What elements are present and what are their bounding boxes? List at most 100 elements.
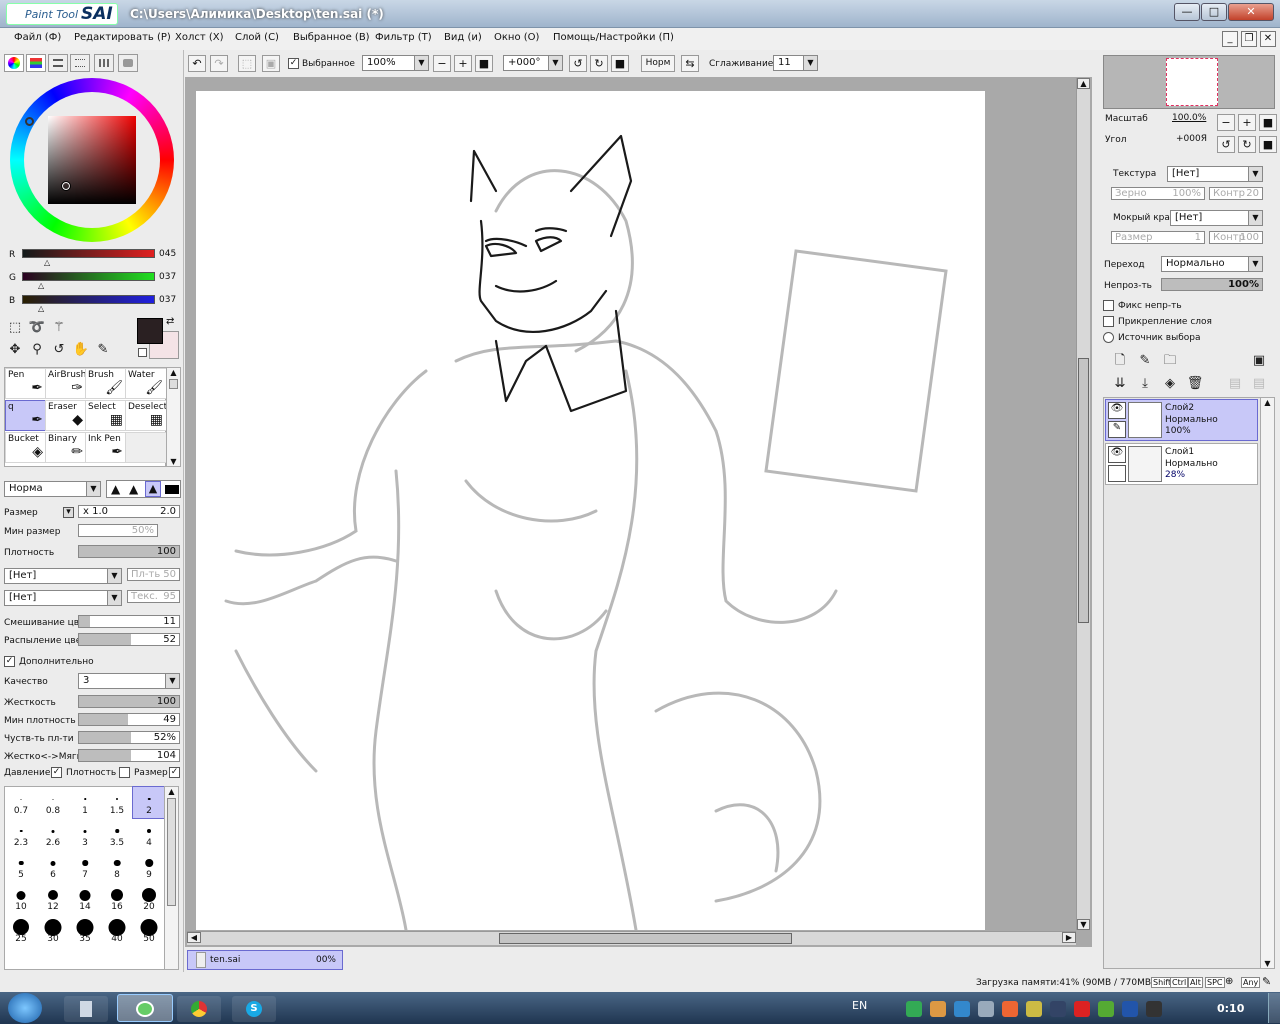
quality-select[interactable]: 3 ▼ — [78, 673, 180, 689]
size-preset[interactable]: 35 — [69, 915, 101, 946]
invert-selection-icon[interactable]: ▣ — [262, 55, 280, 72]
horizontal-scrollbar[interactable]: ◀ ▶ — [187, 931, 1076, 945]
brush-shape-select[interactable]: Норма ▼ — [4, 481, 101, 497]
taskbar-app-sai[interactable] — [117, 994, 173, 1022]
size-preset[interactable]: 50 — [133, 915, 165, 946]
rotate-icon[interactable]: ↺ — [50, 341, 68, 359]
texture2-strength-slider[interactable]: Текс. 95 — [127, 590, 180, 603]
zoom-icon[interactable]: ⚲ — [28, 341, 46, 359]
size-preset[interactable]: 10 — [5, 883, 37, 914]
size-preset[interactable]: 4 — [133, 819, 165, 850]
scroll-up-icon[interactable]: ▲ — [1261, 398, 1274, 407]
nav-zoom-out-icon[interactable]: − — [1217, 114, 1235, 131]
size-preset[interactable]: 5 — [5, 851, 37, 882]
layer-texture-select[interactable]: [Нет] ▼ — [1167, 166, 1263, 182]
scroll-up-icon[interactable]: ▲ — [167, 368, 180, 377]
new-folder-icon[interactable]: 🗀 — [1161, 352, 1179, 370]
language-indicator[interactable]: EN — [852, 999, 867, 1012]
tray-flash-icon[interactable] — [1122, 1001, 1138, 1017]
size-preset[interactable]: 2 — [132, 786, 166, 819]
brush-water[interactable]: Water 🖌 — [125, 368, 167, 399]
trash-icon[interactable]: 🗑 — [1186, 375, 1204, 393]
tray-green-icon[interactable] — [1098, 1001, 1114, 1017]
scroll-left-icon[interactable]: ◀ — [187, 932, 201, 943]
move-icon[interactable]: ✥ — [6, 341, 24, 359]
layer-list-scrollbar[interactable]: ▲ ▼ — [1260, 398, 1274, 968]
hue-marker[interactable] — [25, 117, 34, 126]
rotate-reset-icon[interactable]: ■ — [611, 55, 629, 72]
softness-slider[interactable]: 104 — [78, 749, 180, 762]
brush-pen[interactable]: Pen ✒ — [5, 368, 47, 399]
size-preset[interactable]: 6 — [37, 851, 69, 882]
stabilizer-select[interactable]: 11 ▼ — [773, 55, 818, 71]
dilution-slider[interactable]: 52 — [78, 633, 180, 646]
selection-source-radio[interactable] — [1103, 332, 1114, 343]
r-slider[interactable] — [22, 249, 155, 258]
tip-triangle-icon[interactable]: ▲ — [111, 482, 120, 496]
undo-icon[interactable]: ↶ — [188, 55, 206, 72]
size-preset[interactable]: 40 — [101, 915, 133, 946]
taskbar-app-calculator[interactable] — [64, 996, 108, 1022]
size-preset[interactable]: 0.8 — [37, 787, 69, 818]
flip-horizontal-icon[interactable]: ⇆ — [681, 55, 699, 72]
menu-canvas[interactable]: Холст (Х) — [175, 32, 224, 43]
size-slider[interactable]: x 1.0 2.0 — [78, 505, 180, 518]
show-selection-checkbox[interactable]: ✓ — [288, 58, 299, 69]
mdi-close-icon[interactable]: ✕ — [1260, 31, 1276, 47]
scroll-down-icon[interactable]: ▼ — [1077, 919, 1090, 930]
b-slider-thumb[interactable]: △ — [38, 304, 44, 313]
navigator-viewport[interactable] — [1166, 58, 1218, 106]
size-preset[interactable]: 12 — [37, 883, 69, 914]
scroll-right-icon[interactable]: ▶ — [1062, 932, 1076, 943]
menu-filter[interactable]: Фильтр (Т) — [375, 32, 432, 43]
scroll-thumb[interactable] — [167, 798, 176, 906]
brush-tip-shapes[interactable]: ▲ ▲ ▲ — [106, 480, 181, 498]
menu-file[interactable]: Файл (Ф) — [14, 32, 61, 43]
g-slider[interactable] — [22, 272, 155, 281]
vertical-scrollbar[interactable]: ▲ ▼ — [1076, 78, 1090, 930]
start-button[interactable] — [8, 993, 42, 1023]
brush-bucket[interactable]: Bucket ◈ — [5, 432, 47, 463]
tip-round-icon[interactable]: ▲ — [129, 482, 138, 496]
pressure-size-checkbox[interactable]: ✓ — [169, 767, 180, 778]
navigator-preview[interactable] — [1103, 55, 1275, 109]
hardness-slider[interactable]: 100 — [78, 695, 180, 708]
eye-icon[interactable]: 👁 — [1108, 402, 1126, 419]
tray-volume-icon[interactable] — [930, 1001, 946, 1017]
size-lock-icon[interactable]: ▾ — [63, 507, 74, 518]
size-preset[interactable]: 0.7 — [5, 787, 37, 818]
hsv-slider-mode-icon[interactable] — [48, 54, 68, 72]
brush-deselect[interactable]: Deselect ▦ — [125, 400, 167, 431]
scroll-up-icon[interactable]: ▲ — [165, 787, 178, 796]
blend-slider[interactable]: 11 — [78, 615, 180, 628]
size-preset[interactable]: 14 — [69, 883, 101, 914]
new-linework-layer-icon[interactable]: ✎ — [1136, 352, 1154, 370]
scroll-thumb[interactable] — [1078, 358, 1089, 623]
scroll-thumb[interactable] — [499, 933, 792, 944]
scratchpad-mode-icon[interactable] — [118, 54, 138, 72]
apply-mask-icon[interactable]: ▤ — [1226, 375, 1244, 393]
sensitivity-slider[interactable]: 52% — [78, 731, 180, 744]
scroll-up-icon[interactable]: ▲ — [1077, 78, 1090, 89]
rotate-right-icon[interactable]: ↻ — [590, 55, 608, 72]
size-preset[interactable]: 2.3 — [5, 819, 37, 850]
merge-down-icon[interactable]: ⤓ — [1136, 375, 1154, 393]
brush-q[interactable]: q ✒ — [5, 400, 47, 431]
swap-colors-icon[interactable]: ⇄ — [166, 316, 174, 327]
pressure-hardness-checkbox[interactable]: ✓ — [51, 767, 62, 778]
reset-colors-icon[interactable] — [138, 348, 147, 357]
tray-opera-icon[interactable] — [1074, 1001, 1090, 1017]
rotate-left-icon[interactable]: ↺ — [569, 55, 587, 72]
tray-tool-icon[interactable] — [1026, 1001, 1042, 1017]
minimize-button[interactable]: — — [1174, 3, 1200, 21]
size-preset[interactable]: 30 — [37, 915, 69, 946]
brush-grid-scrollbar[interactable]: ▲ ▼ — [166, 367, 181, 467]
advanced-checkbox[interactable]: ✓ — [4, 656, 15, 667]
taskbar-app-skype[interactable]: S — [232, 996, 276, 1022]
saturation-value-square[interactable] — [48, 116, 136, 204]
delete-mask-icon[interactable]: ▤ — [1250, 375, 1268, 393]
brush-ink-pen[interactable]: Ink Pen ✒ — [85, 432, 127, 463]
nav-rotate-reset-icon[interactable]: ■ — [1259, 136, 1277, 153]
size-presets-scrollbar[interactable]: ▲ — [164, 786, 179, 970]
min-density-slider[interactable]: 49 — [78, 713, 180, 726]
